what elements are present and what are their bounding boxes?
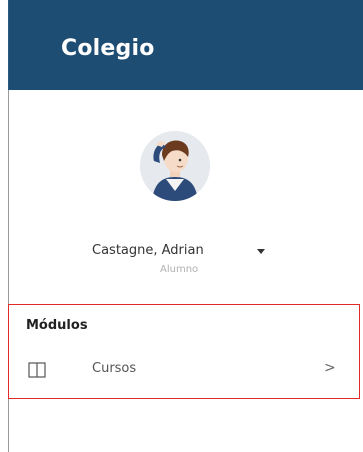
user-role: Alumno: [160, 264, 199, 275]
student-avatar-icon[interactable]: [140, 131, 210, 201]
chevron-right-icon: >: [324, 360, 336, 376]
modules-section-label: Módulos: [26, 318, 88, 333]
caret-down-icon[interactable]: [257, 249, 265, 254]
user-name[interactable]: Castagne, Adrian: [92, 243, 204, 258]
sidebar-item-cursos[interactable]: Cursos >: [10, 356, 356, 388]
sidebar-item-label: Cursos: [92, 361, 137, 376]
app-header: Colegio: [8, 0, 363, 90]
book-open-icon: [28, 362, 46, 378]
app-title: Colegio: [61, 36, 155, 61]
